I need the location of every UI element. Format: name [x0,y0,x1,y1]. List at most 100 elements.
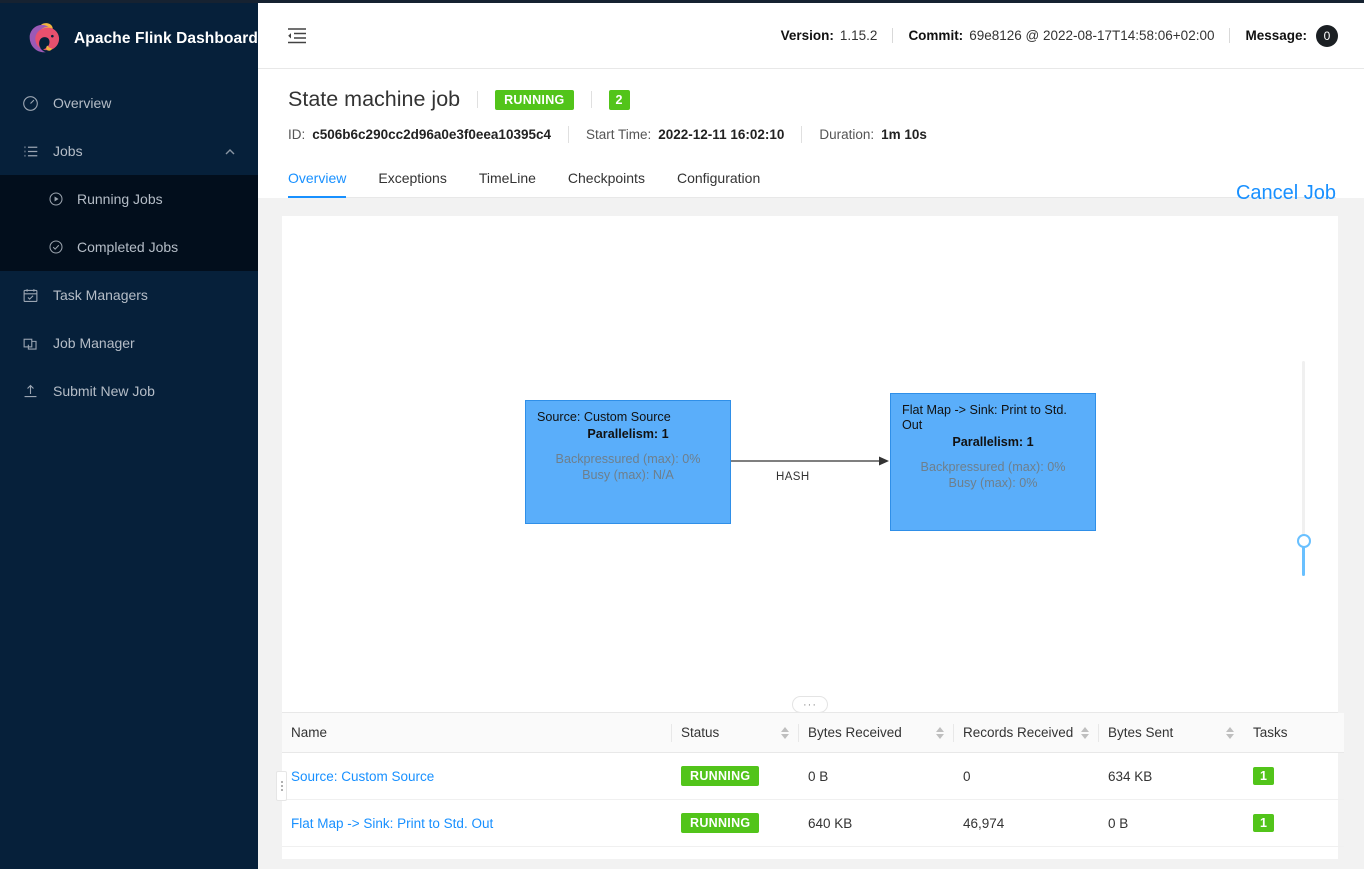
column-header-label: Name [291,725,328,740]
commit-label: Commit: [908,28,964,43]
tab-checkpoints[interactable]: Checkpoints [552,160,661,197]
job-header: State machine job RUNNING 2 ID: c506b6c2… [258,69,1364,204]
page-title: State machine job [288,87,461,111]
cell-bytes-sent: 634 KB [1099,752,1244,800]
column-header-bytes-sent[interactable]: Bytes Sent [1099,713,1244,753]
main-area: Version: 1.15.2 Commit: 69e8126 @ 2022-0… [258,0,1364,869]
sort-arrows-icon[interactable] [1081,726,1089,739]
sort-arrows-icon[interactable] [1226,726,1234,739]
version-value: 1.15.2 [839,28,878,43]
graph-node-name: Source: Custom Source [537,410,671,424]
duration-label: Duration: [819,127,875,142]
graph-node-source[interactable]: Source: Custom Source Parallelism: 1 Bac… [525,400,731,524]
tab-timeline[interactable]: TimeLine [463,160,552,197]
sidebar-item-submit-new-job[interactable]: Submit New Job [0,367,258,415]
table-head: Name Status Bytes Received Records Recei… [282,713,1344,753]
brand: Apache Flink Dashboard [0,3,258,75]
overview-card: Source: Custom Source Parallelism: 1 Bac… [276,216,1344,859]
task-count-badge: 2 [608,89,630,110]
sidebar-item-running-jobs[interactable]: Running Jobs [0,175,258,223]
tasks-badge: 1 [1253,814,1274,832]
tab-configuration[interactable]: Configuration [661,160,776,197]
sidebar-item-completed-jobs[interactable]: Completed Jobs [0,223,258,271]
graph-zoom-slider[interactable] [1297,361,1311,576]
table-row[interactable]: Source: Custom Source RUNNING 0 B 0 634 … [276,752,1344,801]
commit-value: 69e8126 @ 2022-08-17T14:58:06+02:00 [969,28,1215,43]
cluster-icon [22,335,39,352]
vertices-table: Name Status Bytes Received Records Recei… [276,713,1344,847]
cell-name: Flat Map -> Sink: Print to Std. Out [282,799,672,847]
sidebar-item-jobs[interactable]: Jobs [0,127,258,175]
cell-bytes-received: 0 B [799,752,954,800]
column-header-status[interactable]: Status [672,713,799,753]
column-header-label: Bytes Sent [1108,725,1174,740]
sidebar-item-label: Job Manager [53,335,135,351]
message-label: Message: [1245,28,1307,43]
zoom-slider-handle[interactable] [1297,534,1311,548]
sort-arrows-icon[interactable] [936,726,944,739]
graph-node-name: Flat Map -> Sink: Print to Std. Out [902,403,1067,432]
sidebar-item-label: Task Managers [53,287,148,303]
chevron-up-icon [224,145,236,157]
message-count-badge[interactable]: 0 [1316,24,1338,47]
cell-bytes-sent: 0 B [1099,799,1244,847]
column-header-bytes-received[interactable]: Bytes Received [799,713,954,753]
tab-overview[interactable]: Overview [288,160,362,198]
divider [590,91,592,108]
cell-name: Source: Custom Source [282,752,672,800]
divider [1229,28,1231,43]
column-header-label: Tasks [1253,725,1288,740]
divider [801,126,803,143]
graph-edge-arrow [731,456,889,466]
graph-node-sink[interactable]: Flat Map -> Sink: Print to Std. Out Para… [890,393,1096,531]
cell-status: RUNNING [672,799,799,847]
column-header-label: Records Received [963,725,1074,740]
upload-icon [22,383,39,400]
list-icon [22,143,39,160]
cancel-job-button[interactable]: Cancel Job [1236,182,1336,205]
graph-node-busy: Busy (max): 0% [948,476,1038,490]
start-time-label: Start Time: [586,127,652,142]
cell-bytes-received: 640 KB [799,799,954,847]
sidebar-item-overview[interactable]: Overview [0,79,258,127]
vertex-name-link[interactable]: Flat Map -> Sink: Print to Std. Out [291,816,493,831]
divider [568,126,569,143]
panel-resize-handle[interactable]: ··· [792,696,828,712]
job-meta-row: ID: c506b6c290cc2d96a0e3f0eea10395c4 Sta… [288,126,1336,143]
divider [477,91,479,108]
job-title-row: State machine job RUNNING 2 [288,87,1336,112]
graph-node-metrics: Backpressured (max): 0% Busy (max): 0% [902,459,1084,491]
job-graph[interactable]: Source: Custom Source Parallelism: 1 Bac… [282,216,1338,712]
table-row[interactable]: Flat Map -> Sink: Print to Std. Out RUNN… [282,799,1344,847]
table-header-row: Name Status Bytes Received Records Recei… [282,713,1344,753]
version-label: Version: [780,28,834,43]
topbar: Version: 1.15.2 Commit: 69e8126 @ 2022-0… [258,0,1364,69]
graph-node-parallelism: Parallelism: 1 [952,435,1034,449]
column-header-tasks[interactable]: Tasks [1244,713,1344,753]
divider [892,28,894,43]
job-id-label: ID: [288,127,306,142]
app-root: Apache Flink Dashboard Overview Jobs Run… [0,0,1364,869]
menu-fold-icon[interactable] [286,25,308,47]
sidebar-item-label: Jobs [53,143,83,159]
column-header-label: Status [681,725,720,740]
job-id-value: c506b6c290cc2d96a0e3f0eea10395c4 [312,127,551,142]
sidebar-item-job-manager[interactable]: Job Manager [0,319,258,367]
graph-node-parallelism: Parallelism: 1 [587,427,669,441]
tasks-badge: 1 [1253,767,1274,785]
tab-exceptions[interactable]: Exceptions [362,160,462,197]
sidebar-subitem-label: Completed Jobs [77,239,179,255]
content-area: Source: Custom Source Parallelism: 1 Bac… [258,198,1364,869]
vertex-name-link[interactable]: Source: Custom Source [291,769,434,784]
column-header-label: Bytes Received [808,725,902,740]
sidebar-item-task-managers[interactable]: Task Managers [0,271,258,319]
sidebar-subitem-label: Running Jobs [77,191,163,207]
graph-node-metrics: Backpressured (max): 0% Busy (max): N/A [537,451,719,483]
sidebar-nav: Overview Jobs Running Jobs Completed Job… [0,79,258,415]
status-badge: RUNNING [681,766,760,786]
sort-arrows-icon[interactable] [781,726,789,739]
check-circle-icon [48,239,64,255]
column-header-name[interactable]: Name [282,713,672,753]
job-tabs: Overview Exceptions TimeLine Checkpoints… [288,160,1336,198]
column-header-records-received[interactable]: Records Received [954,713,1099,753]
